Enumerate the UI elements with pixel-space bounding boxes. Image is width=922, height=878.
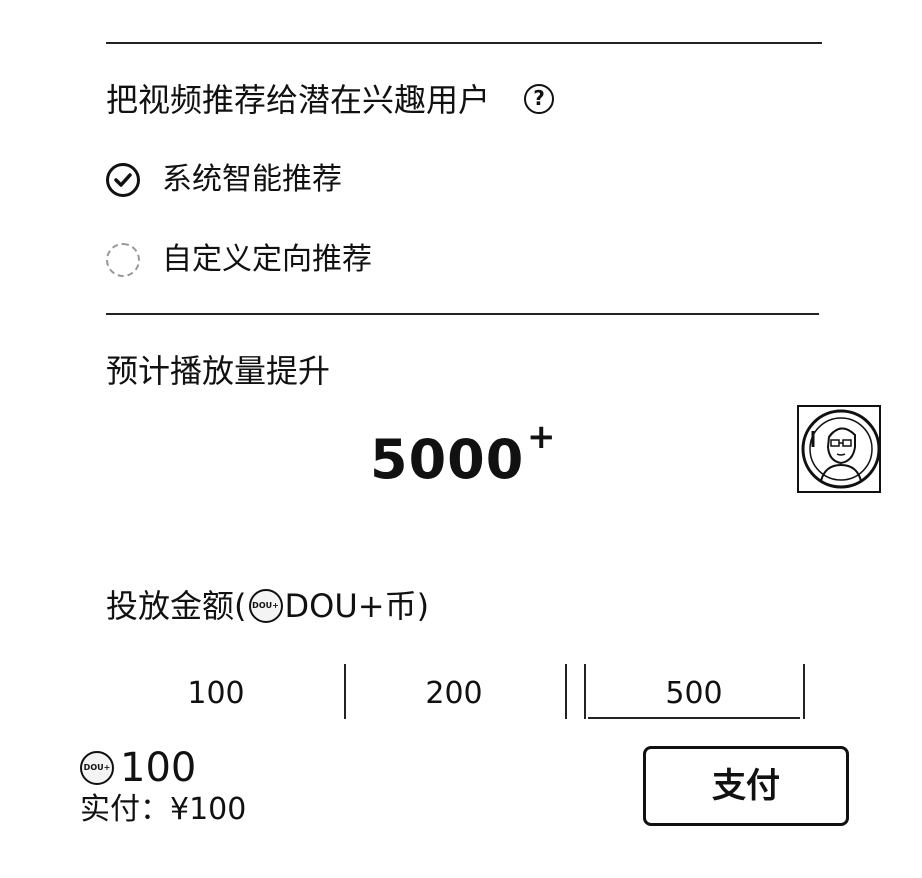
amount-option-label: 100	[187, 676, 245, 711]
amount-title-prefix: 投放金额(	[106, 587, 247, 625]
option-label: 系统智能推荐	[162, 162, 342, 197]
total-row: DOU+ 100	[80, 744, 196, 792]
actual-pay: 实付：¥100	[80, 792, 247, 827]
dou-coin-icon: DOU+	[248, 589, 283, 623]
option-system-recommend[interactable]: 系统智能推荐	[106, 160, 342, 200]
amount-divider	[344, 664, 346, 719]
targeting-title: 把视频推荐给潜在兴趣用户	[106, 81, 491, 119]
amount-selected-right-border	[803, 664, 805, 719]
option-custom-recommend[interactable]: 自定义定向推荐	[106, 240, 372, 280]
check-circle-icon	[106, 163, 140, 197]
question-circle-icon[interactable]: ?	[524, 84, 554, 114]
total-amount: 100	[120, 745, 197, 791]
pay-button[interactable]: 支付	[643, 746, 849, 826]
dou-coin-icon: DOU+	[80, 751, 114, 785]
estimate-suffix: +	[527, 417, 556, 457]
empty-circle-icon	[106, 243, 140, 277]
top-divider	[106, 42, 822, 44]
amount-title: 投放金额( DOU+ DOU+币)	[106, 584, 429, 628]
amount-selected-left-border	[584, 664, 586, 719]
amount-divider	[565, 664, 567, 719]
amount-option-100[interactable]: 100	[96, 663, 336, 719]
amount-title-coin: DOU+币)	[284, 587, 430, 625]
amount-option-500[interactable]: 500	[588, 663, 800, 719]
coin-icon-text: DOU+	[83, 763, 111, 772]
estimate-title: 预计播放量提升	[106, 352, 331, 390]
amount-option-200[interactable]: 200	[348, 663, 560, 719]
estimate-value: 5000	[370, 428, 525, 491]
section-divider	[106, 313, 819, 315]
option-label: 自定义定向推荐	[162, 242, 372, 277]
amount-option-label: 500	[665, 676, 723, 711]
coin-icon-text: DOU+	[252, 601, 279, 610]
user-avatar[interactable]	[797, 405, 881, 493]
amount-option-label: 200	[425, 676, 483, 711]
